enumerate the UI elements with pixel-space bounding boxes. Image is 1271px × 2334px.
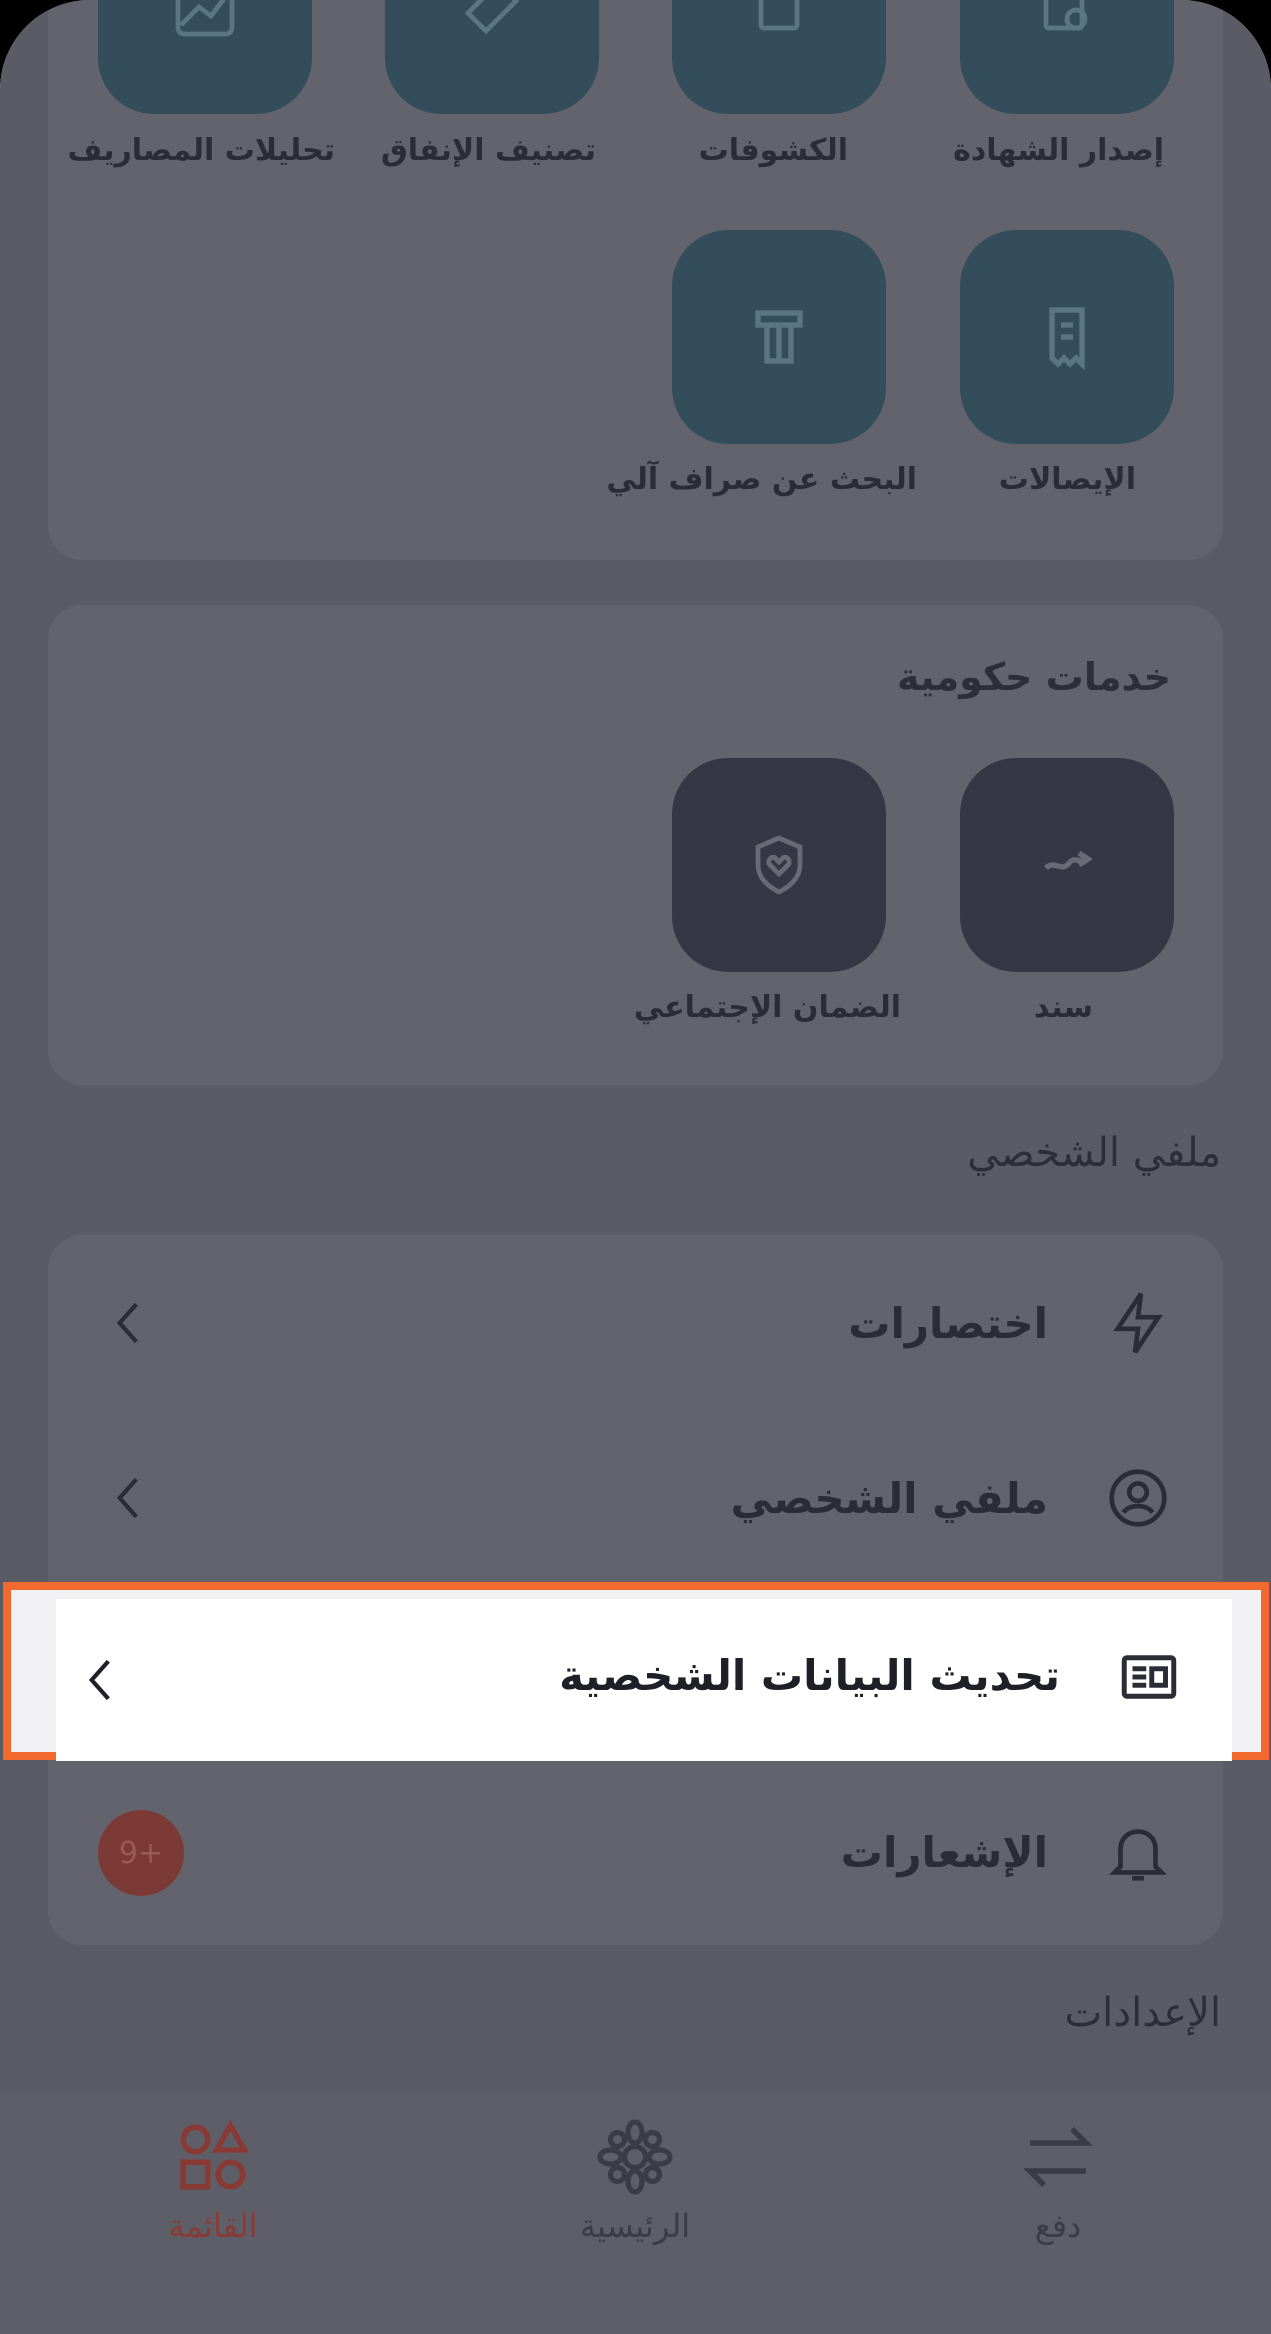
tile-label-atm-finder: البحث عن صراف آلي: [606, 462, 917, 497]
nav-menu[interactable]: القائمة: [113, 2115, 313, 2245]
user-circle-icon: [1109, 1469, 1167, 1527]
tag-icon: [464, 0, 520, 35]
bell-icon: [1109, 1829, 1167, 1881]
tile-label-sanad: سند: [1033, 990, 1093, 1025]
home-logo-icon: [597, 2119, 673, 2195]
update-personal-data-row[interactable]: تحديث البيانات الشخصية: [56, 1599, 1232, 1761]
id-card-icon: [1121, 1655, 1177, 1699]
tile-expense-analytics[interactable]: [98, 0, 312, 114]
row-shortcuts[interactable]: اختصارات: [48, 1238, 1223, 1408]
tile-label-expense-analytics: تحليلات المصاريف: [67, 133, 336, 168]
atm-icon: [755, 310, 803, 364]
tile-label-statements: الكشوفات: [698, 133, 848, 168]
tile-certificate[interactable]: [960, 0, 1174, 114]
receipt-icon: [1049, 307, 1085, 371]
chevron-left-icon: [116, 1302, 138, 1344]
row-notifications[interactable]: الإشعارات: [48, 1767, 1223, 1937]
row-label-update-personal-data: تحديث البيانات الشخصية: [559, 1651, 1060, 1700]
tile-atm-finder[interactable]: [672, 230, 886, 444]
notification-badge: 9+: [98, 1810, 184, 1896]
shapes-icon: [180, 2119, 250, 2190]
row-my-profile[interactable]: ملفي الشخصي: [48, 1413, 1223, 1583]
nav-home[interactable]: الرئيسية: [535, 2115, 735, 2245]
tile-sanad[interactable]: [960, 758, 1174, 972]
nav-pay[interactable]: دفع: [958, 2115, 1158, 2245]
settings-section-title: الإعدادات: [1064, 1990, 1221, 2036]
row-label-my-profile: ملفي الشخصي: [730, 1473, 1048, 1523]
chevron-left-icon: [88, 1659, 110, 1701]
certificate-icon: [1043, 0, 1088, 31]
tile-label-certificate: إصدار الشهادة: [953, 133, 1164, 168]
tile-statements[interactable]: [672, 0, 886, 114]
lightning-icon: [1113, 1292, 1163, 1354]
shield-heart-icon: [755, 835, 803, 895]
nav-label-home: الرئيسية: [579, 2207, 691, 2245]
highlight-frame: تحديث البيانات الشخصية: [3, 1582, 1269, 1761]
statements-icon: [758, 0, 800, 31]
profile-section-title: ملفي الشخصي: [967, 1130, 1221, 1176]
row-label-notifications: الإشعارات: [840, 1827, 1048, 1877]
chevron-left-icon: [116, 1477, 138, 1519]
government-services-title: خدمات حكومية: [897, 655, 1171, 699]
tile-label-spending-category: تصنيف الإنفاق: [380, 133, 596, 168]
app-screen: إصدار الشهادة الكشوفات تصنيف الإنفاق تحل…: [0, 0, 1271, 2334]
tile-receipts[interactable]: [960, 230, 1174, 444]
transfer-arrows-icon: [1023, 2127, 1093, 2187]
tile-label-receipts: الإيصالات: [998, 462, 1136, 497]
nav-label-pay: دفع: [1034, 2207, 1082, 2245]
sanad-icon: [1044, 850, 1093, 871]
chart-icon: [175, 0, 235, 37]
row-label-shortcuts: اختصارات: [848, 1298, 1048, 1348]
tile-label-social-security: الضمان الإجتماعي: [633, 990, 901, 1025]
nav-label-menu: القائمة: [168, 2207, 258, 2245]
tile-social-security[interactable]: [672, 758, 886, 972]
tile-spending-category[interactable]: [385, 0, 599, 114]
